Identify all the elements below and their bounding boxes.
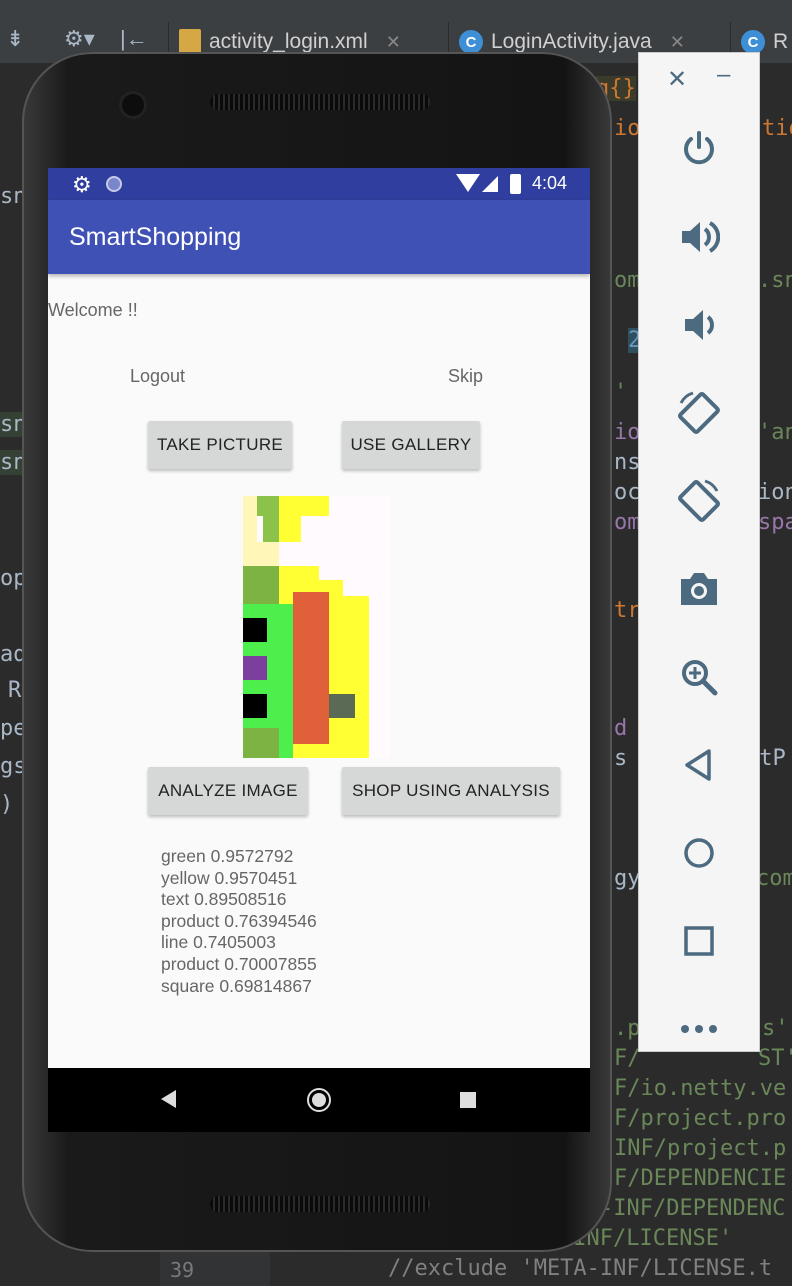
close-icon[interactable]: ✕	[386, 32, 401, 53]
java-class-icon: C	[741, 30, 765, 54]
code-fragment: om	[614, 268, 641, 293]
result-item: yellow 0.9570451	[161, 867, 298, 888]
overview-icon	[684, 926, 714, 956]
code-fragment: io	[614, 116, 641, 141]
status-bar: ⚙ 4:04	[48, 168, 590, 200]
top-speaker	[210, 94, 430, 110]
minimize-icon[interactable]: –	[717, 61, 730, 89]
collapse-icon[interactable]: ⇟	[6, 26, 24, 52]
code-fragment: F/io.netty.ve	[614, 1076, 787, 1101]
back-button[interactable]	[639, 735, 759, 795]
signal-icon	[482, 176, 498, 192]
code-fragment: .sn	[758, 268, 792, 293]
app-bar: SmartShopping	[48, 200, 590, 274]
volume-down-icon	[685, 310, 714, 340]
camera-icon	[681, 573, 717, 605]
wifi-icon	[456, 174, 480, 192]
home-button[interactable]	[639, 823, 759, 883]
code-fragment: F/	[614, 1046, 641, 1071]
battery-icon	[510, 174, 521, 194]
nav-home-icon[interactable]	[307, 1088, 331, 1112]
volume-down-button[interactable]	[639, 295, 759, 355]
app-title: SmartShopping	[69, 223, 242, 251]
close-icon[interactable]: ✕	[670, 32, 685, 53]
volume-up-icon	[682, 221, 720, 253]
code-fragment: s'	[762, 1016, 789, 1041]
line-number: 39	[170, 1258, 195, 1282]
result-item: line 0.7405003	[161, 932, 276, 953]
emulator-controls-panel: ✕ –	[638, 52, 760, 1052]
settings-notification-icon: ⚙	[72, 172, 92, 197]
java-class-icon: C	[459, 30, 483, 54]
skip-button[interactable]: Skip	[448, 366, 483, 387]
code-fragment: oc	[614, 480, 641, 505]
tab-label: activity_login.xml	[209, 30, 368, 53]
rotate-right-icon	[678, 479, 720, 522]
power-button[interactable]	[639, 119, 759, 179]
code-fragment: gy	[614, 866, 641, 891]
power-icon	[684, 131, 714, 165]
nav-back-icon[interactable]	[161, 1090, 176, 1108]
shop-using-analysis-button[interactable]: SHOP USING ANALYSIS	[342, 767, 560, 815]
code-fragment: 'an	[758, 420, 792, 445]
home-icon	[684, 838, 714, 868]
code-fragment: F/project.pro	[614, 1106, 787, 1131]
code-fragment: F/DEPENDENCIE	[614, 1166, 787, 1191]
captured-image	[243, 496, 390, 758]
welcome-text: Welcome !!	[48, 300, 138, 320]
result-item: text 0.89508516	[161, 889, 287, 910]
code-fragment: io	[614, 420, 641, 445]
back-icon	[685, 749, 711, 781]
tab-label: R	[773, 30, 789, 53]
rotate-left-button[interactable]	[639, 383, 759, 443]
result-item: square 0.69814867	[161, 975, 312, 996]
close-icon[interactable]: ✕	[667, 65, 687, 94]
take-picture-button[interactable]: TAKE PICTURE	[148, 421, 292, 469]
logout-button[interactable]: Logout	[130, 366, 185, 387]
code-fragment: .p	[614, 1016, 641, 1041]
settings-gear-icon[interactable]: ⚙▾	[64, 26, 95, 52]
more-icon	[681, 1025, 717, 1033]
result-item: product 0.70007855	[161, 953, 317, 974]
code-fragment: spa	[758, 510, 792, 535]
code-fragment: ns	[614, 450, 641, 475]
code-fragment: ion	[758, 480, 792, 505]
bottom-speaker	[210, 1196, 430, 1212]
code-fragment: d	[614, 716, 628, 741]
front-camera	[122, 94, 144, 116]
code-fragment: ST'	[758, 1046, 792, 1071]
tab-label: LoginActivity.java	[491, 30, 652, 53]
zoom-icon	[682, 660, 718, 696]
rotate-right-button[interactable]	[639, 471, 759, 531]
overview-button[interactable]	[639, 911, 759, 971]
screenshot-button[interactable]	[639, 559, 759, 619]
navigation-bar	[48, 1068, 590, 1132]
line-number-gutter: 39	[160, 1250, 270, 1286]
code-fragment: tr	[614, 598, 641, 623]
zoom-button[interactable]	[639, 647, 759, 707]
volume-up-button[interactable]	[639, 207, 759, 267]
code-fragment: com	[756, 866, 792, 891]
nav-overview-icon[interactable]	[460, 1092, 476, 1108]
device-screen[interactable]: ⚙ 4:04 SmartShopping Welcome !! Logout S…	[48, 168, 590, 1132]
code-fragment: )	[0, 792, 14, 817]
code-fragment: om	[614, 510, 641, 535]
more-button[interactable]	[639, 999, 759, 1059]
result-item: green 0.9572792	[161, 846, 294, 866]
code-fragment: tio	[762, 116, 792, 141]
analysis-results: green 0.9572792 yellow 0.9570451 text 0.…	[161, 846, 317, 997]
code-fragment: //exclude 'META-INF/LICENSE.t	[388, 1256, 773, 1281]
code-fragment: s	[614, 746, 628, 771]
hide-icon[interactable]: |←	[120, 26, 148, 52]
code-fragment: '	[614, 380, 628, 405]
result-item: product 0.76394546	[161, 910, 317, 931]
code-fragment: -INF/DEPENDENC	[600, 1196, 786, 1221]
use-gallery-button[interactable]: USE GALLERY	[342, 421, 480, 469]
rotate-left-icon	[678, 391, 720, 434]
sync-notification-icon	[106, 176, 122, 192]
analyze-image-button[interactable]: ANALYZE IMAGE	[148, 767, 308, 815]
code-fragment: R	[8, 678, 22, 703]
status-time: 4:04	[532, 173, 568, 193]
code-fragment: INF/project.p	[614, 1136, 787, 1161]
